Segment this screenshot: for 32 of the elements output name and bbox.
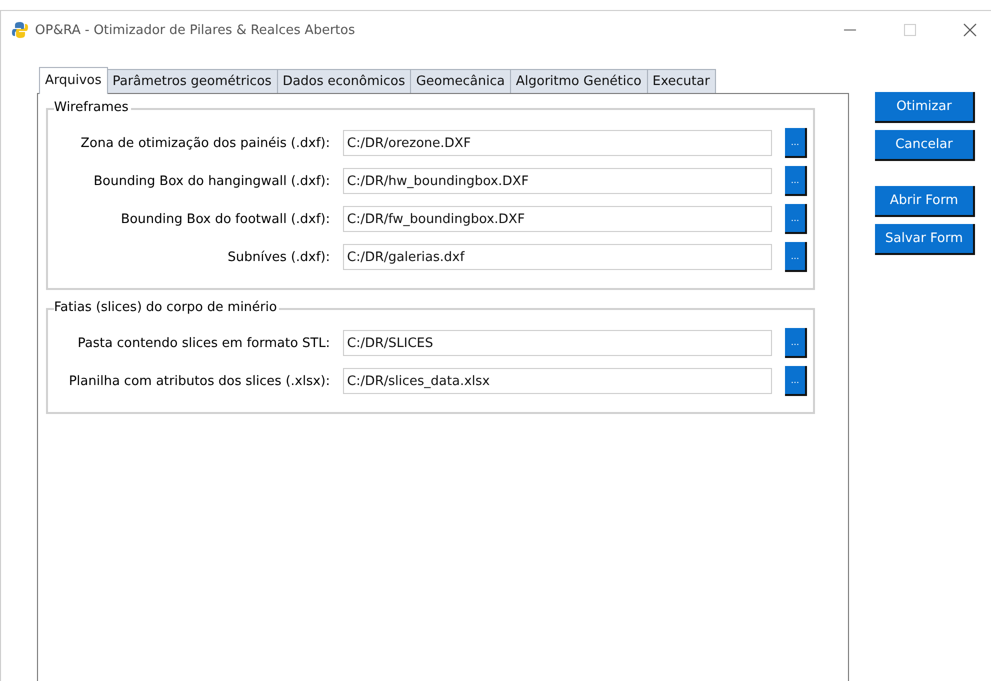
window-title: OP&RA - Otimizador de Pilares & Realces Abertos bbox=[35, 22, 355, 38]
browse-button[interactable]: ... bbox=[785, 328, 807, 358]
path-field[interactable]: C:/DR/galerias.dxf bbox=[343, 244, 772, 270]
path-field[interactable]: C:/DR/orezone.DXF bbox=[343, 130, 772, 156]
app-logo-icon bbox=[11, 21, 29, 39]
tab[interactable]: Geomecânica bbox=[410, 69, 511, 93]
field-label: Planilha com atributos dos slices (.xlsx): bbox=[68, 374, 330, 388]
action-button[interactable]: Cancelar bbox=[875, 130, 975, 161]
field-label: Subníves (.dxf): bbox=[226, 250, 330, 264]
tab[interactable]: Dados econômicos bbox=[276, 69, 412, 93]
browse-button[interactable]: ... bbox=[785, 128, 807, 158]
field-label: Bounding Box do footwall (.dxf): bbox=[120, 212, 330, 226]
browse-button[interactable]: ... bbox=[785, 242, 807, 272]
close-icon[interactable] bbox=[963, 23, 977, 37]
path-field[interactable]: C:/DR/SLICES bbox=[343, 330, 772, 356]
path-field[interactable]: C:/DR/fw_boundingbox.DXF bbox=[343, 206, 772, 232]
tab[interactable]: Parâmetros geométricos bbox=[106, 69, 278, 93]
group-title: Fatias (slices) do corpo de minério bbox=[54, 300, 279, 315]
browse-button[interactable]: ... bbox=[785, 204, 807, 234]
browse-button[interactable]: ... bbox=[785, 166, 807, 196]
path-field[interactable]: C:/DR/slices_data.xlsx bbox=[343, 368, 772, 394]
browse-button[interactable]: ... bbox=[785, 366, 807, 396]
field-label: Bounding Box do hangingwall (.dxf): bbox=[92, 174, 330, 188]
tab[interactable]: Algoritmo Genético bbox=[510, 69, 648, 93]
tab[interactable]: Executar bbox=[646, 69, 716, 93]
action-button[interactable]: Salvar Form bbox=[875, 224, 975, 255]
field-label: Pasta contendo slices em formato STL: bbox=[76, 336, 330, 350]
field-label: Zona de otimização dos painéis (.dxf): bbox=[80, 136, 330, 150]
path-field[interactable]: C:/DR/hw_boundingbox.DXF bbox=[343, 168, 772, 194]
tab[interactable]: Arquivos bbox=[39, 67, 108, 94]
action-button[interactable]: Abrir Form bbox=[875, 186, 975, 217]
action-button[interactable]: Otimizar bbox=[875, 92, 975, 123]
